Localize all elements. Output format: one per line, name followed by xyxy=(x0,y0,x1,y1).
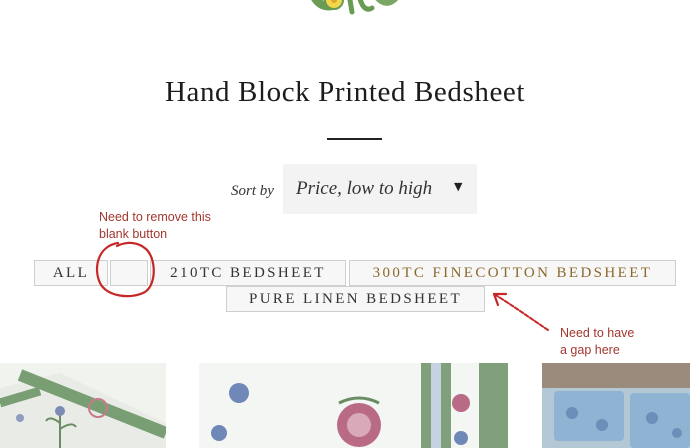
product-image-1[interactable] xyxy=(0,363,166,448)
annotation-remove-blank: Need to remove this blank button xyxy=(99,209,211,243)
caret-down-icon: ▼ xyxy=(454,180,463,193)
annotation-arrowhead xyxy=(492,292,508,307)
product-image-3[interactable] xyxy=(542,363,690,448)
annotation-line: Need to have xyxy=(560,326,635,340)
page-title: Hand Block Printed Bedsheet xyxy=(164,76,526,108)
sort-label: Sort by xyxy=(231,183,274,199)
filter-pure-linen-bedsheet[interactable]: PURE LINEN BEDSHEET xyxy=(226,286,485,312)
annotation-line: Need to remove this xyxy=(99,210,211,224)
filter-300tc-finecotton-bedsheet[interactable]: 300TC FINECOTTON BEDSHEET xyxy=(349,260,676,286)
product-image-2[interactable] xyxy=(199,363,508,448)
annotation-gap: Need to have a gap here xyxy=(560,325,634,359)
brand-logo[interactable] xyxy=(300,0,410,18)
annotation-line: a gap here xyxy=(560,343,620,357)
filter-blank[interactable] xyxy=(110,260,148,286)
annotation-arrow xyxy=(493,293,549,331)
sort-dropdown[interactable]: Price, low to high ▼ xyxy=(283,164,477,214)
annotation-line: blank button xyxy=(99,227,168,241)
sort-selected-value: Price, low to high xyxy=(296,178,433,199)
filter-210tc-bedsheet[interactable]: 210TC BEDSHEET xyxy=(150,260,346,286)
filter-all[interactable]: ALL xyxy=(34,260,108,286)
title-divider xyxy=(327,138,382,140)
